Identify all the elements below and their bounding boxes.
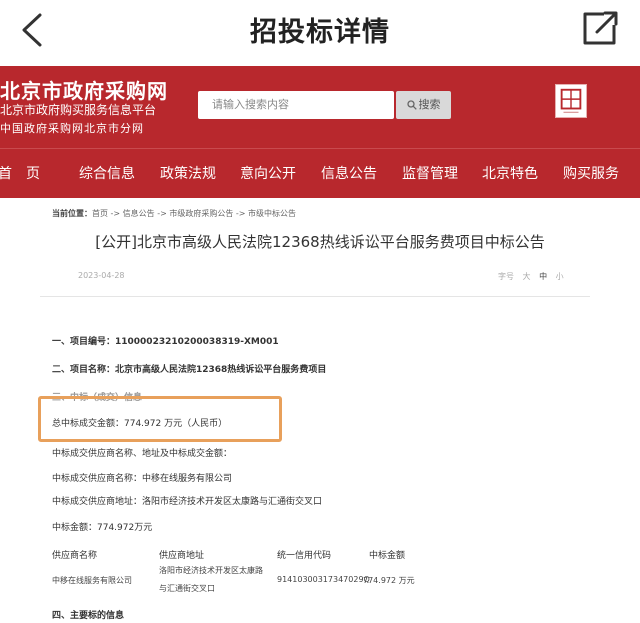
- project-name: 二、项目名称：北京市高级人民法院12368热线诉讼平台服务费项目: [52, 365, 327, 375]
- table-cell-amount: 774.972 万元: [363, 576, 415, 585]
- nav-item-notices[interactable]: 信息公告: [321, 163, 377, 183]
- site-logo-subtitle-2: 中国政府采购网北京市分网: [0, 122, 144, 135]
- site-logo-title[interactable]: 北京市政府采购网: [0, 75, 168, 104]
- award-amount: 中标金额：774.972万元: [52, 523, 153, 533]
- font-size-large[interactable]: 大: [523, 272, 531, 281]
- font-size-medium[interactable]: 中: [539, 272, 547, 281]
- nav-item-general[interactable]: 综合信息: [79, 163, 135, 183]
- document-title: [公开]北京市高级人民法院12368热线诉讼平台服务费项目中标公告: [95, 233, 545, 251]
- nav-item-home[interactable]: 首 页: [0, 163, 40, 183]
- page-title: 招投标详情: [250, 17, 390, 48]
- supplier-address: 中标成交供应商地址：洛阳市经济技术开发区太康路与汇通街交叉口: [52, 497, 323, 507]
- font-size-switcher: 字号 大 中 小: [498, 271, 564, 282]
- font-size-label: 字号: [498, 272, 514, 281]
- table-cell-name: 中移在线服务有限公司: [52, 576, 132, 585]
- table-header-credit-code: 统一信用代码: [277, 551, 332, 561]
- table-header-address: 供应商地址: [159, 551, 205, 561]
- main-nav: 首 页 综合信息 政策法规 意向公开 信息公告 监督管理 北京特色 购买服务: [0, 148, 640, 198]
- nav-item-services[interactable]: 购买服务: [563, 163, 619, 183]
- nav-item-supervision[interactable]: 监督管理: [402, 163, 458, 183]
- section-4-heading: 四、主要标的信息: [52, 611, 125, 621]
- publish-date: 2023-04-28: [78, 271, 125, 280]
- site-logo-subtitle: 北京市政府购买服务信息平台: [0, 103, 157, 117]
- app-bar: 招投标详情: [0, 0, 640, 60]
- font-size-small[interactable]: 小: [556, 272, 564, 281]
- table-cell-credit-code: 91410300317347029Q: [277, 575, 370, 584]
- supplier-heading: 中标成交供应商名称、地址及中标成交金额：: [52, 449, 233, 459]
- table-header-amount: 中标金额: [369, 551, 406, 561]
- divider: [40, 296, 590, 297]
- total-amount: 总中标成交金额：774.972 万元（人民币）: [52, 419, 228, 429]
- share-icon[interactable]: [580, 10, 620, 48]
- breadcrumb: 当前位置：首页 -> 信息公告 -> 市级政府采购公告 -> 市级中标公告: [52, 208, 296, 219]
- nav-item-policy[interactable]: 政策法规: [160, 163, 216, 183]
- search-icon: [406, 100, 417, 110]
- search-button-label: 搜索: [418, 98, 441, 111]
- site-header: 北京市政府采购网 北京市政府购买服务信息平台 中国政府采购网北京市分网 请输入搜…: [0, 66, 640, 148]
- seal-logo-icon: [555, 84, 587, 118]
- table-header-name: 供应商名称: [52, 551, 98, 561]
- supplier-name: 中标成交供应商名称：中移在线服务有限公司: [52, 474, 233, 484]
- breadcrumb-label: 当前位置：: [52, 209, 92, 218]
- search-input[interactable]: 请输入搜索内容: [198, 91, 394, 119]
- search-button[interactable]: 搜索: [396, 91, 451, 119]
- table-cell-address-2: 与汇通街交叉口: [159, 584, 215, 593]
- table-cell-address-1: 洛阳市经济技术开发区太康路: [159, 566, 263, 575]
- breadcrumb-path[interactable]: 首页 -> 信息公告 -> 市级政府采购公告 -> 市级中标公告: [92, 209, 296, 218]
- project-number: 一、项目编号：11000023210200038319-XM001: [52, 337, 279, 347]
- nav-item-intent[interactable]: 意向公开: [240, 163, 296, 183]
- nav-item-beijing[interactable]: 北京特色: [482, 163, 538, 183]
